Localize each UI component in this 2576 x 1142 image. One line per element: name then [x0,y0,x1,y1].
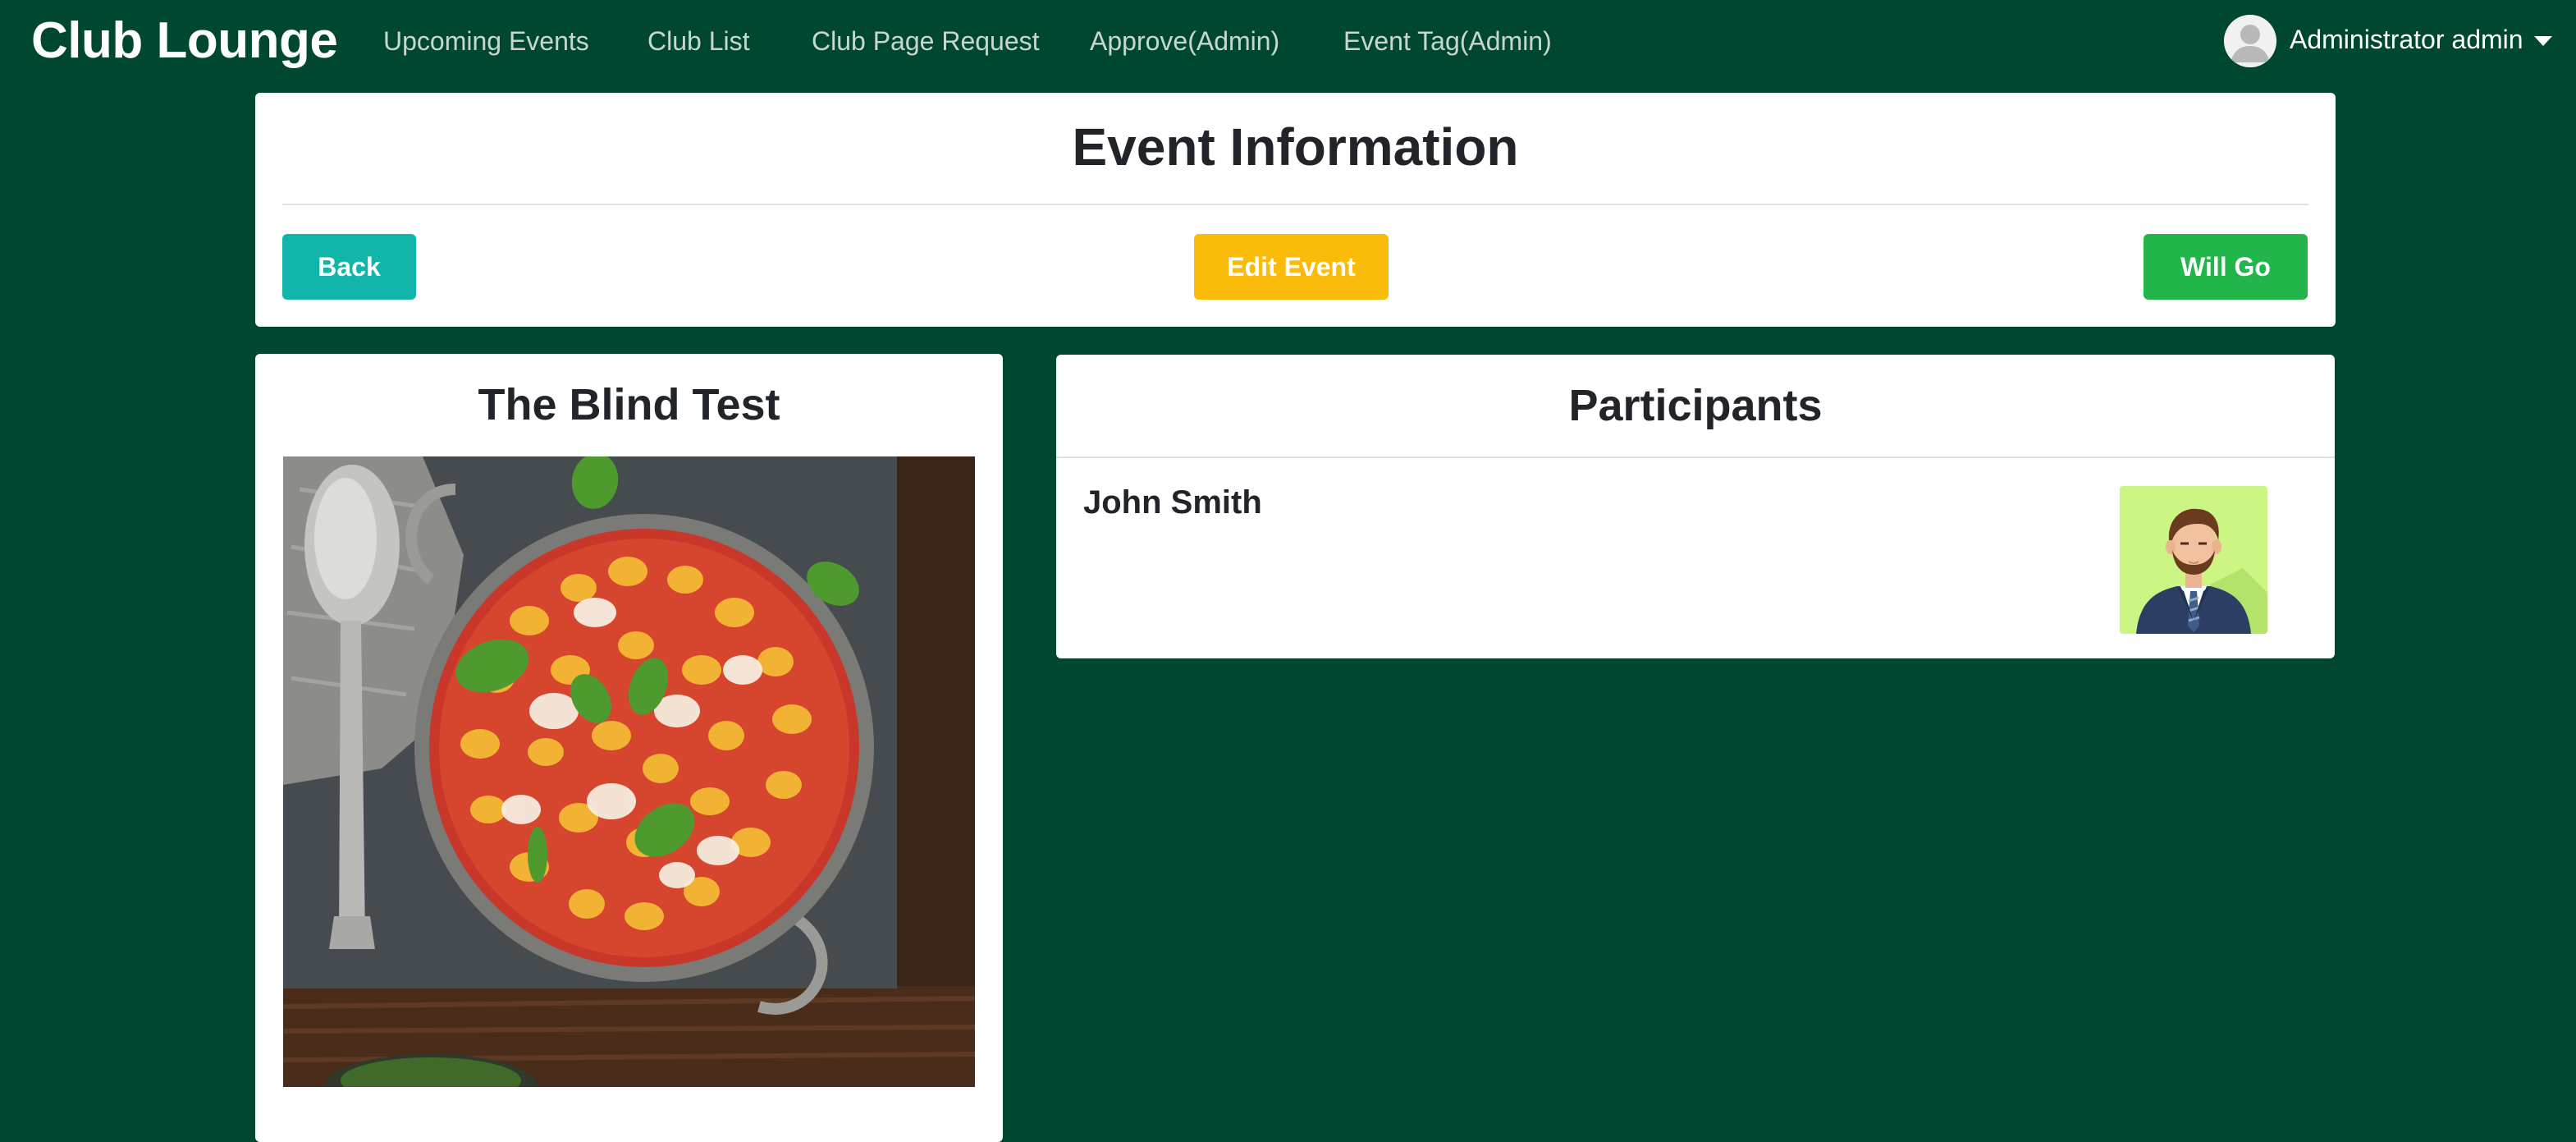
nav-upcoming-events[interactable]: Upcoming Events [383,23,589,59]
user-silhouette-icon [2224,15,2276,67]
participants-title: Participants [1568,381,1823,430]
participants-card: Participants John Smith [1056,355,2335,658]
back-button[interactable]: Back [282,234,416,300]
caret-down-icon[interactable] [2534,36,2552,46]
will-go-button[interactable]: Will Go [2144,234,2308,300]
event-image [283,456,975,1087]
nav-event-tag-admin[interactable]: Event Tag(Admin) [1343,23,1552,59]
participant-avatar[interactable] [2120,486,2267,634]
event-name: The Blind Test [478,380,780,429]
divider [282,204,2308,205]
brand-logo[interactable]: Club Lounge [31,7,338,76]
participant-name[interactable]: John Smith [1083,479,1262,525]
user-menu[interactable]: Administrator admin [2224,15,2552,67]
participant-row[interactable]: John Smith [1056,458,2335,655]
event-information-card: Event Information Back Edit Event Will G… [255,93,2336,327]
nav-approve-admin[interactable]: Approve(Admin) [1090,23,1279,59]
edit-event-button[interactable]: Edit Event [1194,234,1389,300]
page-title: Event Information [1072,117,1519,177]
nav-club-list[interactable]: Club List [647,23,750,59]
event-detail-card: The Blind Test [255,354,1003,1142]
top-navbar: Club Lounge Upcoming Events Club List Cl… [0,0,2576,82]
user-name[interactable]: Administrator admin [2290,21,2523,57]
nav-club-page-request[interactable]: Club Page Request [812,23,1040,59]
